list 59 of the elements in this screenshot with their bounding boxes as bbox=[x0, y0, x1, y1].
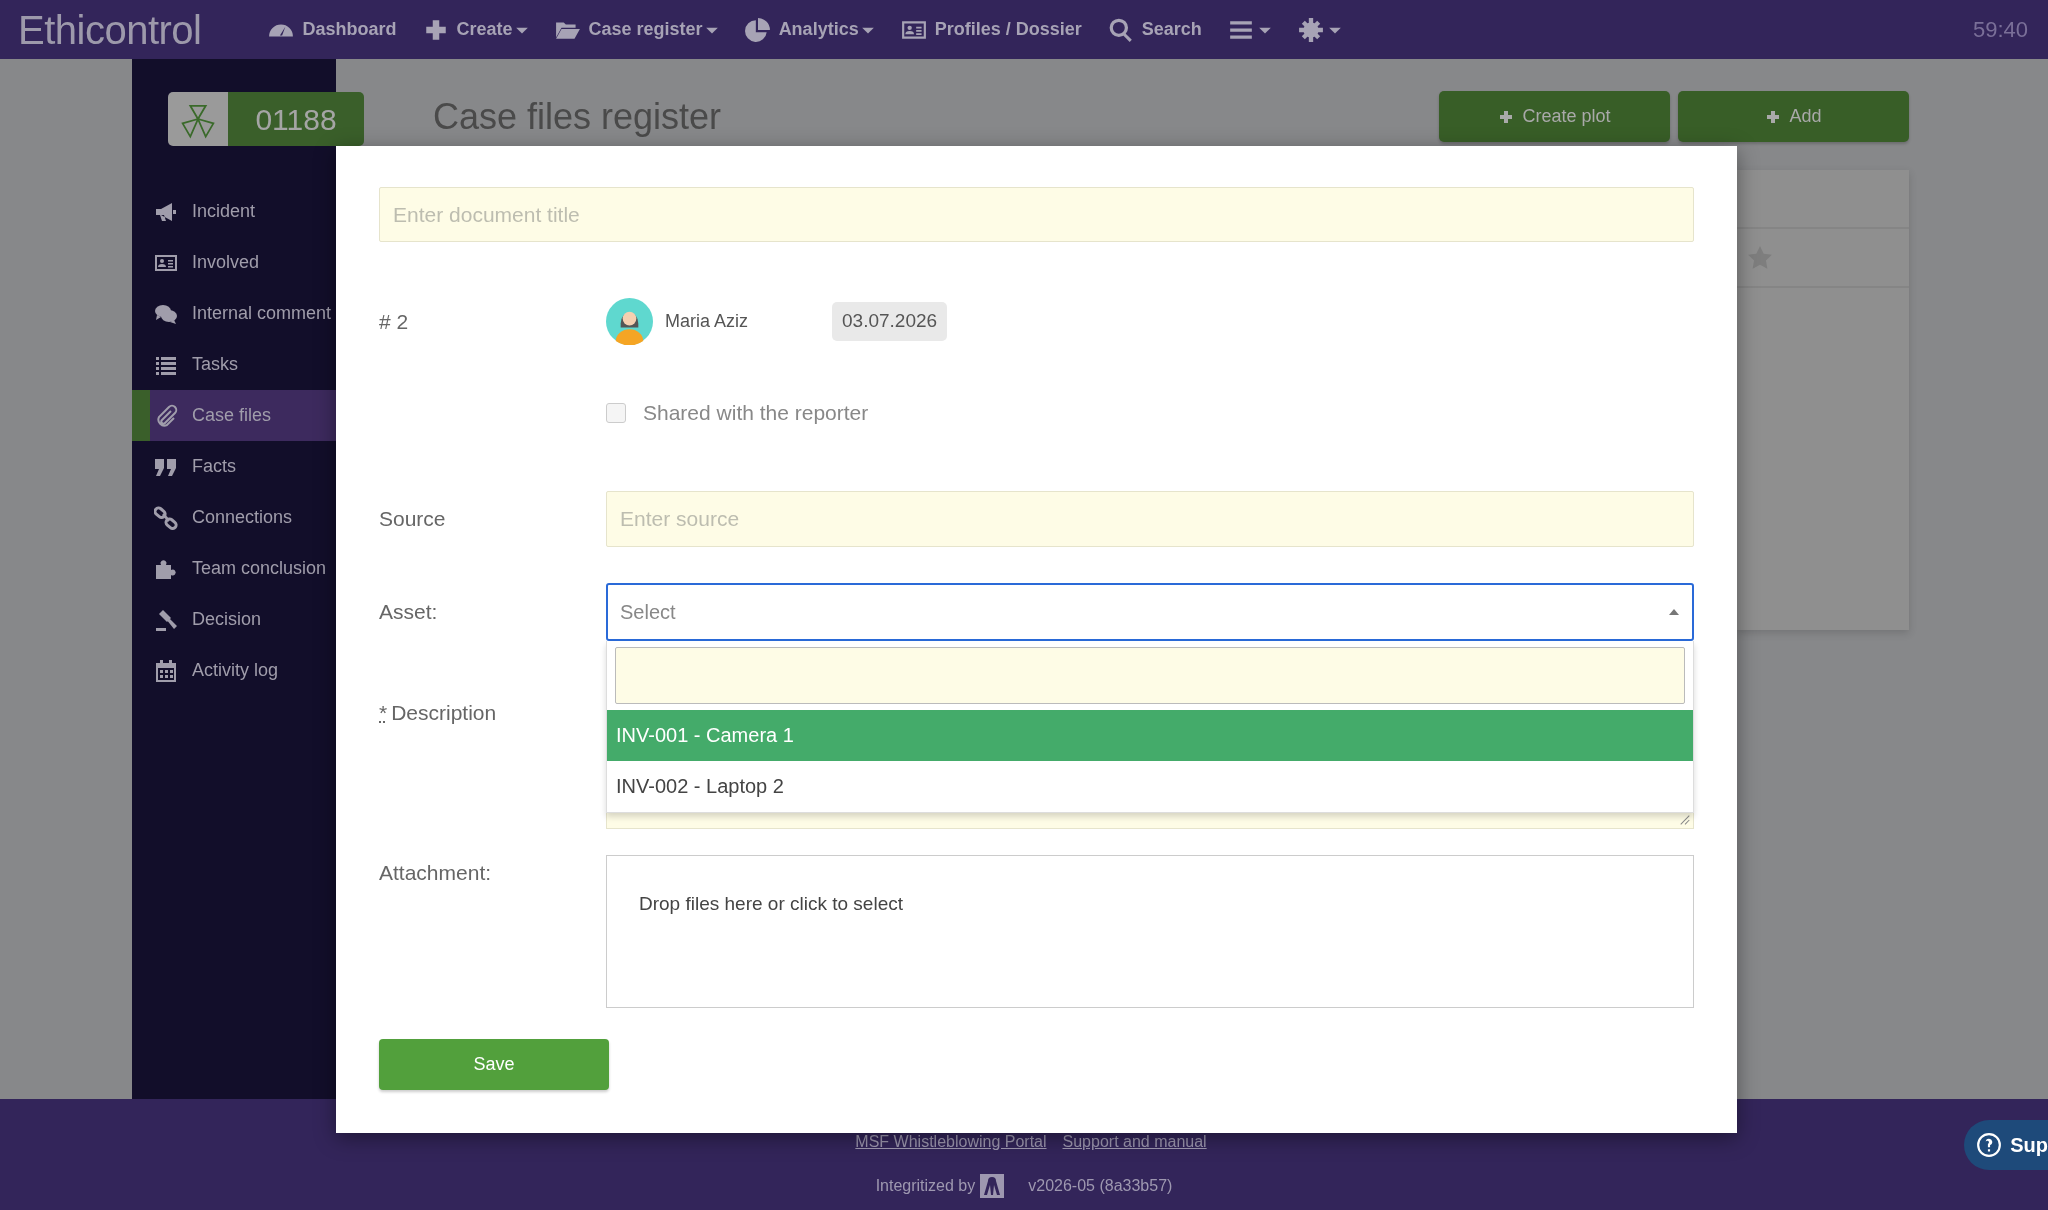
record-number: # 2 bbox=[379, 308, 410, 335]
help-icon bbox=[1976, 1132, 2003, 1158]
support-button[interactable]: Sup bbox=[1964, 1120, 2048, 1170]
field-label: Asset: bbox=[379, 598, 439, 625]
footer-link[interactable]: MSF Whistleblowing Portal bbox=[855, 1130, 1047, 1154]
add-button[interactable]: Add bbox=[1678, 91, 1909, 142]
sidebar-item[interactable]: Case files bbox=[132, 390, 336, 441]
gavel-icon bbox=[154, 607, 178, 632]
file-dropzone[interactable]: Drop files here or click to select bbox=[606, 854, 1694, 1008]
footer-link[interactable]: Support and manual bbox=[1062, 1130, 1207, 1154]
checkbox-label: Shared with the reporter bbox=[643, 400, 869, 426]
field-label: Source bbox=[379, 505, 447, 532]
dropzone-text: Drop files here or click to select bbox=[639, 892, 903, 914]
pie-chart-icon bbox=[744, 16, 771, 43]
nav-menu-item[interactable]: Dashboard bbox=[255, 16, 410, 43]
save-button[interactable]: Save bbox=[379, 1038, 609, 1090]
brand-logo-text: Ethicontrol bbox=[18, 6, 202, 54]
nav-menu-item[interactable]: Profiles / Dossier bbox=[887, 16, 1095, 43]
calendar-icon bbox=[154, 658, 178, 683]
plus-icon bbox=[1498, 108, 1515, 125]
date-badge: 03.07.2026 bbox=[832, 302, 948, 341]
nav-menu-item[interactable]: Case register bbox=[541, 16, 732, 43]
paperclip-icon bbox=[154, 403, 178, 428]
asset-select[interactable]: Select bbox=[606, 582, 1694, 641]
logo-icon bbox=[980, 1174, 1005, 1198]
sidebar-item[interactable]: Involved bbox=[132, 237, 336, 288]
sidebar-item[interactable]: Decision bbox=[132, 594, 336, 645]
plus-icon bbox=[1765, 108, 1782, 125]
dropdown-search-field[interactable] bbox=[615, 646, 1685, 704]
nav-menu-item[interactable]: Create bbox=[409, 16, 542, 43]
sidebar-item[interactable]: Activity log bbox=[132, 645, 336, 696]
session-timer: 59:40 bbox=[1972, 16, 2028, 44]
resize-handle-icon bbox=[1679, 813, 1691, 826]
sidebar-item[interactable]: Team conclusion bbox=[132, 543, 336, 594]
add-button[interactable]: Create plot bbox=[1439, 91, 1670, 142]
sidebar-item[interactable]: Connections bbox=[132, 492, 336, 543]
search-icon bbox=[1107, 16, 1134, 43]
nav-menu-item[interactable]: Analytics bbox=[731, 16, 888, 43]
source-field[interactable]: Enter source bbox=[606, 490, 1694, 547]
settings-icon bbox=[1297, 16, 1324, 43]
dropdown-option[interactable]: INV-001 - Camera 1 bbox=[607, 709, 1693, 761]
version-text: v2026-05 (8a33b57) bbox=[1028, 1176, 1173, 1196]
title-field[interactable]: Enter document title bbox=[379, 187, 1694, 242]
case-number: 01188 bbox=[228, 92, 364, 146]
field-label: Description bbox=[391, 699, 497, 726]
page-title: Case files register bbox=[433, 95, 722, 139]
sidebar-item[interactable]: Tasks bbox=[132, 339, 336, 390]
sidebar-item[interactable]: Facts bbox=[132, 441, 336, 492]
nav-menu-item[interactable]: Search bbox=[1094, 16, 1215, 43]
credit-text: Integritized by bbox=[875, 1176, 976, 1196]
dropdown-option[interactable]: INV-002 - Laptop 2 bbox=[607, 760, 1693, 812]
sidebar-item[interactable]: Internal comment bbox=[132, 288, 336, 339]
required-mark: * bbox=[379, 699, 388, 726]
sidebar-item[interactable]: Incident bbox=[132, 186, 336, 237]
avatar-icon bbox=[606, 298, 653, 345]
checkbox[interactable] bbox=[606, 402, 626, 423]
link-icon bbox=[154, 505, 178, 530]
field-label: Attachment: bbox=[379, 859, 493, 886]
author-name: Maria Aziz bbox=[665, 310, 749, 333]
